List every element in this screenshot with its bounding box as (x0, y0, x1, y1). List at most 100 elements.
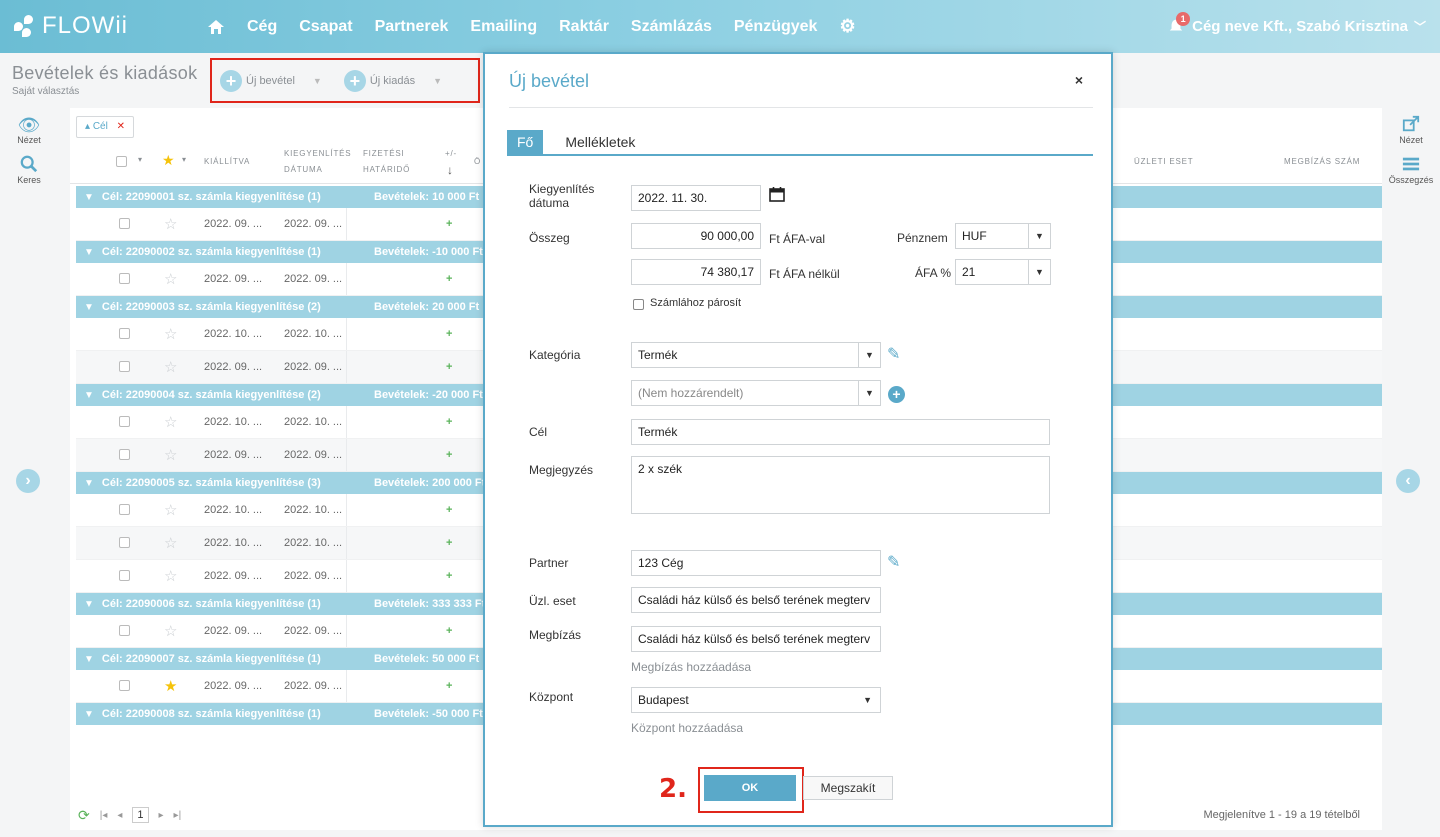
star-icon[interactable]: ☆ (164, 622, 177, 640)
pencil-icon[interactable]: ✎ (887, 552, 900, 572)
close-icon[interactable]: × (1075, 72, 1083, 88)
settle-date-input[interactable]: 2022. 11. 30. (631, 185, 761, 211)
arrow-down-icon[interactable]: ↓ (447, 163, 454, 177)
page-number[interactable]: 1 (132, 807, 149, 823)
chevron-down-icon[interactable]: ▼ (1028, 224, 1050, 248)
new-expense-button[interactable]: + Új kiadás ▼ (343, 69, 442, 92)
vat-select[interactable]: 21 ▼ (955, 259, 1051, 285)
expand-left-arrow-icon[interactable]: › (16, 469, 40, 493)
nav-item-penzugyek[interactable]: Pénzügyek (734, 18, 818, 36)
nav-item-csapat[interactable]: Csapat (299, 18, 352, 36)
partner-input[interactable]: 123 Cég (631, 550, 881, 576)
chevron-down-icon[interactable]: ▼ (863, 688, 872, 712)
last-page-icon[interactable]: ▸| (174, 810, 182, 821)
row-checkbox[interactable] (119, 625, 130, 636)
chevron-down-icon[interactable]: ▼ (84, 302, 94, 313)
user-menu[interactable]: 1 Cég neve Kft., Szabó Krisztina ﹀ (1168, 0, 1426, 53)
row-checkbox[interactable] (119, 537, 130, 548)
star-icon[interactable]: ★ (164, 677, 177, 695)
chevron-down-icon[interactable]: ▾ (138, 155, 143, 164)
column-business[interactable]: ÜZLETI ESET (1134, 157, 1193, 166)
chevron-down-icon[interactable]: ▼ (858, 381, 880, 405)
column-issued[interactable]: KIÁLLÍTVA (204, 157, 250, 166)
add-order-link[interactable]: Megbízás hozzáadása (631, 660, 751, 674)
star-icon[interactable]: ☆ (164, 501, 177, 519)
chevron-down-icon[interactable]: ▼ (84, 478, 94, 489)
row-checkbox[interactable] (119, 361, 130, 372)
view-tool[interactable]: 👁 Nézet (0, 115, 58, 145)
star-icon[interactable]: ☆ (164, 534, 177, 552)
chevron-down-icon[interactable]: ▼ (84, 709, 94, 720)
star-icon[interactable]: ☆ (164, 215, 177, 233)
close-icon[interactable]: ✕ (117, 121, 125, 132)
chevron-down-icon[interactable]: ▼ (84, 247, 94, 258)
gear-icon[interactable]: ⚙ (839, 16, 855, 37)
nav-item-raktar[interactable]: Raktár (559, 18, 609, 36)
next-page-icon[interactable]: ▸ (159, 810, 164, 821)
chevron-down-icon[interactable]: ▼ (1028, 260, 1050, 284)
filter-chip-goal[interactable]: ▴ Cél ✕ (76, 116, 134, 138)
business-case-input[interactable]: Családi ház külső és belső terének megte… (631, 587, 881, 613)
bell-icon[interactable]: 1 (1168, 11, 1191, 36)
subcategory-select[interactable]: (Nem hozzárendelt) ▼ (631, 380, 881, 406)
star-icon[interactable]: ☆ (164, 270, 177, 288)
calendar-icon[interactable] (769, 186, 785, 202)
ok-button[interactable]: OK (704, 775, 796, 801)
column-o[interactable]: Ö (474, 157, 481, 166)
currency-select[interactable]: HUF ▼ (955, 223, 1051, 249)
nav-item-ceg[interactable]: Cég (247, 18, 277, 36)
nav-item-szamlazas[interactable]: Számlázás (631, 18, 712, 36)
first-page-icon[interactable]: |◂ (100, 810, 108, 821)
column-settle-line1[interactable]: KIEGYENLÍTÉS (284, 149, 351, 158)
chevron-down-icon[interactable]: ▾ (182, 155, 187, 164)
pencil-icon[interactable]: ✎ (887, 344, 900, 364)
category-select[interactable]: Termék ▼ (631, 342, 881, 368)
chevron-down-icon[interactable]: ▼ (84, 390, 94, 401)
tab-main[interactable]: Fő (507, 130, 544, 154)
star-icon[interactable]: ☆ (164, 358, 177, 376)
summary-tool[interactable]: Összegzés (1382, 155, 1440, 185)
chevron-down-icon[interactable]: ▼ (858, 343, 880, 367)
row-checkbox[interactable] (119, 328, 130, 339)
row-checkbox[interactable] (119, 416, 130, 427)
column-sign[interactable]: +/- (445, 149, 457, 158)
column-due-line1[interactable]: FIZETÉSI (363, 149, 405, 158)
star-icon[interactable]: ☆ (164, 413, 177, 431)
row-checkbox[interactable] (119, 570, 130, 581)
star-icon[interactable]: ☆ (164, 446, 177, 464)
row-checkbox[interactable] (119, 218, 130, 229)
row-checkbox[interactable] (119, 680, 130, 691)
net-amount-input[interactable]: 74 380,17 (631, 259, 761, 285)
chevron-down-icon[interactable]: ▼ (433, 76, 442, 86)
gross-amount-input[interactable]: 90 000,00 (631, 223, 761, 249)
star-icon[interactable]: ☆ (164, 325, 177, 343)
center-select[interactable]: Budapest ▼ (631, 687, 881, 713)
chevron-down-icon[interactable]: ▼ (84, 654, 94, 665)
note-textarea[interactable]: 2 x szék (631, 456, 1050, 514)
select-all-checkbox[interactable] (116, 156, 127, 167)
chevron-down-icon[interactable]: ▼ (84, 599, 94, 610)
column-due-line2[interactable]: HATÁRIDŐ (363, 165, 410, 174)
search-tool[interactable]: Keres (0, 155, 58, 185)
refresh-icon[interactable]: ⟳ (78, 807, 90, 824)
add-circle-icon[interactable]: + (888, 386, 905, 403)
row-checkbox[interactable] (119, 449, 130, 460)
nav-item-emailing[interactable]: Emailing (470, 18, 537, 36)
goal-input[interactable]: Termék (631, 419, 1050, 445)
collapse-right-arrow-icon[interactable]: ‹ (1396, 469, 1420, 493)
column-settle-line2[interactable]: DÁTUMA (284, 165, 323, 174)
page-subtitle[interactable]: Saját választás (12, 86, 197, 97)
new-income-button[interactable]: + Új bevétel ▼ (220, 69, 322, 92)
chevron-down-icon[interactable]: ▼ (84, 192, 94, 203)
flowii-logo[interactable]: FLOWii (14, 12, 128, 40)
star-icon[interactable]: ☆ (164, 567, 177, 585)
nav-item-partnerek[interactable]: Partnerek (375, 18, 449, 36)
tab-attachments[interactable]: Mellékletek (555, 130, 645, 154)
cancel-button[interactable]: Megszakít (803, 776, 893, 800)
column-order[interactable]: MEGBÍZÁS SZÁM (1284, 157, 1360, 166)
home-icon[interactable] (207, 19, 225, 35)
row-checkbox[interactable] (119, 504, 130, 515)
row-checkbox[interactable] (119, 273, 130, 284)
order-input[interactable]: Családi ház külső és belső terének megte… (631, 626, 881, 652)
add-center-link[interactable]: Központ hozzáadása (631, 721, 743, 735)
